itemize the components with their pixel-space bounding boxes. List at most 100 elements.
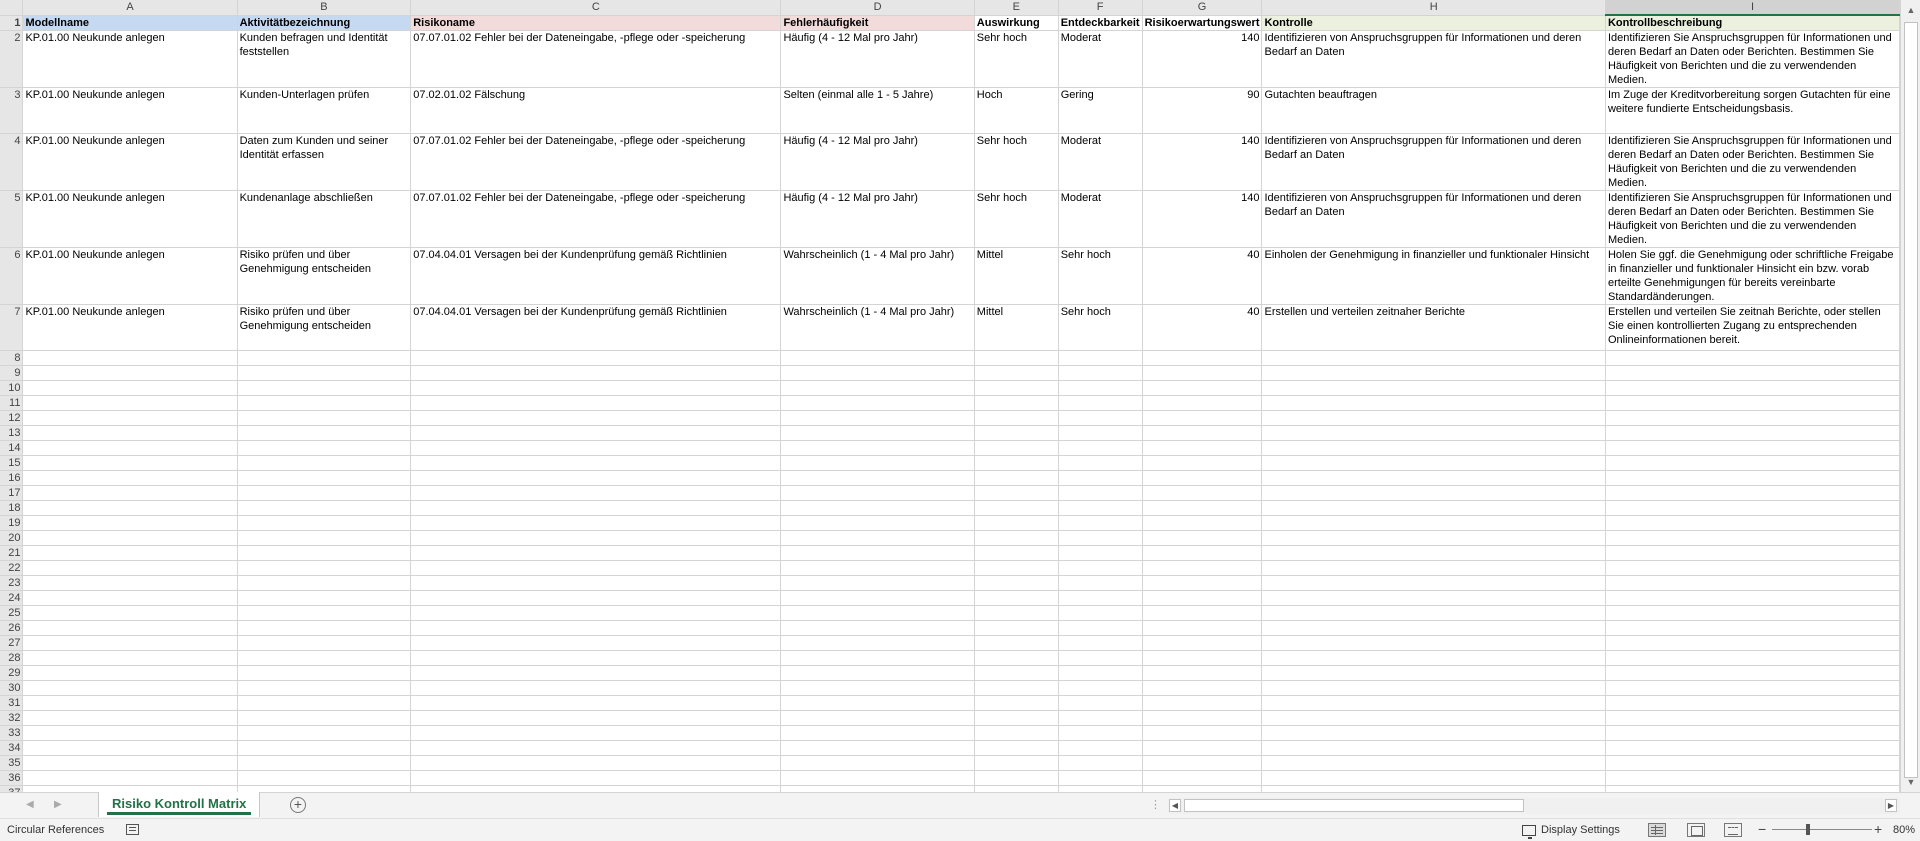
cell[interactable] [1605, 575, 1900, 591]
cell[interactable] [410, 740, 782, 756]
column-header-a[interactable]: A [22, 0, 238, 16]
cell[interactable] [780, 545, 975, 561]
cell[interactable] [974, 620, 1059, 636]
cell[interactable] [1261, 365, 1606, 381]
cell[interactable] [780, 515, 975, 531]
cell[interactable] [1261, 560, 1606, 576]
cell[interactable] [1261, 470, 1606, 486]
cell[interactable] [1142, 590, 1263, 606]
cell[interactable] [1261, 455, 1606, 471]
zoom-level-value[interactable]: 80% [1893, 824, 1915, 836]
cell[interactable] [410, 410, 782, 426]
cell[interactable] [410, 695, 782, 711]
cell[interactable] [1058, 560, 1143, 576]
sheet-tab-risiko-kontroll-matrix[interactable]: Risiko Kontroll Matrix [98, 792, 261, 817]
cell[interactable]: Risiko prüfen und über Genehmigung entsc… [237, 304, 412, 351]
cell[interactable] [1261, 425, 1606, 441]
cell[interactable] [237, 485, 412, 501]
cell[interactable]: 140 [1142, 30, 1263, 88]
header-cell[interactable]: Fehlerhäufigkeit [780, 15, 975, 31]
cell[interactable] [1261, 710, 1606, 726]
cell[interactable] [1605, 500, 1900, 516]
cell[interactable] [1261, 350, 1606, 366]
cell[interactable] [237, 665, 412, 681]
cell[interactable] [1261, 410, 1606, 426]
cell[interactable] [1605, 530, 1900, 546]
spreadsheet-grid[interactable]: ABCDEFGHI 1 Modellname Aktivitätbezeichnun… [0, 0, 1900, 792]
normal-view-button[interactable] [1648, 823, 1666, 837]
cell[interactable] [1605, 425, 1900, 441]
cell[interactable] [410, 425, 782, 441]
cell[interactable]: Sehr hoch [974, 190, 1059, 248]
cell[interactable] [1605, 680, 1900, 696]
cell[interactable] [22, 740, 238, 756]
cell[interactable] [1058, 485, 1143, 501]
row-header[interactable]: 32 [0, 710, 24, 726]
cell[interactable] [1261, 740, 1606, 756]
cell[interactable] [1261, 545, 1606, 561]
cell[interactable] [410, 575, 782, 591]
cell[interactable] [780, 650, 975, 666]
cell[interactable] [410, 710, 782, 726]
cell[interactable] [1605, 665, 1900, 681]
cell[interactable] [1058, 545, 1143, 561]
cell[interactable]: Gutachten beauftragen [1261, 87, 1606, 134]
cell[interactable] [1605, 740, 1900, 756]
cell[interactable] [780, 590, 975, 606]
cell[interactable] [780, 365, 975, 381]
cell[interactable] [1605, 515, 1900, 531]
row-header[interactable]: 6 [0, 247, 24, 305]
cell[interactable] [780, 695, 975, 711]
row-header[interactable]: 29 [0, 665, 24, 681]
header-cell[interactable]: Aktivitätbezeichnung [237, 15, 412, 31]
cell[interactable] [1261, 380, 1606, 396]
circular-references-status[interactable]: Circular References [7, 824, 104, 836]
cell[interactable] [237, 635, 412, 651]
cell[interactable] [1058, 470, 1143, 486]
cell[interactable] [1058, 590, 1143, 606]
cell[interactable] [410, 350, 782, 366]
cell[interactable] [22, 485, 238, 501]
cell[interactable]: Hoch [974, 87, 1059, 134]
tab-splitter-handle-icon[interactable]: ⋮ [1150, 798, 1161, 811]
row-header[interactable]: 17 [0, 485, 24, 501]
cell[interactable] [410, 545, 782, 561]
cell[interactable] [780, 755, 975, 771]
cell[interactable] [237, 380, 412, 396]
cell[interactable] [974, 350, 1059, 366]
cell[interactable] [22, 590, 238, 606]
cell[interactable] [1058, 500, 1143, 516]
cell[interactable] [974, 470, 1059, 486]
cell[interactable] [1058, 665, 1143, 681]
cell[interactable] [1142, 395, 1263, 411]
cell[interactable]: KP.01.00 Neukunde anlegen [22, 87, 238, 134]
cell[interactable] [237, 605, 412, 621]
row-header[interactable]: 15 [0, 455, 24, 471]
header-cell[interactable]: Risikoname [410, 15, 782, 31]
cell[interactable]: Risiko prüfen und über Genehmigung entsc… [237, 247, 412, 305]
cell[interactable] [1142, 725, 1263, 741]
cell[interactable] [1142, 575, 1263, 591]
cell[interactable]: Erstellen und verteilen zeitnaher Berich… [1261, 304, 1606, 351]
cell[interactable] [237, 590, 412, 606]
cell[interactable] [780, 620, 975, 636]
cell[interactable] [237, 425, 412, 441]
cell[interactable] [780, 560, 975, 576]
cell[interactable] [1142, 410, 1263, 426]
cell[interactable]: KP.01.00 Neukunde anlegen [22, 30, 238, 88]
cell[interactable] [974, 650, 1059, 666]
cell[interactable] [974, 515, 1059, 531]
cell[interactable] [974, 770, 1059, 786]
page-layout-view-button[interactable] [1687, 823, 1705, 837]
cell[interactable] [1142, 440, 1263, 456]
cell[interactable] [410, 620, 782, 636]
cell[interactable]: Erstellen und verteilen Sie zeitnah Beri… [1605, 304, 1900, 351]
cell[interactable] [1605, 560, 1900, 576]
cell[interactable] [780, 485, 975, 501]
cell[interactable]: Mittel [974, 247, 1059, 305]
column-header-b[interactable]: B [237, 0, 412, 16]
cell[interactable] [974, 380, 1059, 396]
cell[interactable] [410, 650, 782, 666]
cell[interactable]: Im Zuge der Kreditvorbereitung sorgen Gu… [1605, 87, 1900, 134]
cell[interactable] [237, 395, 412, 411]
